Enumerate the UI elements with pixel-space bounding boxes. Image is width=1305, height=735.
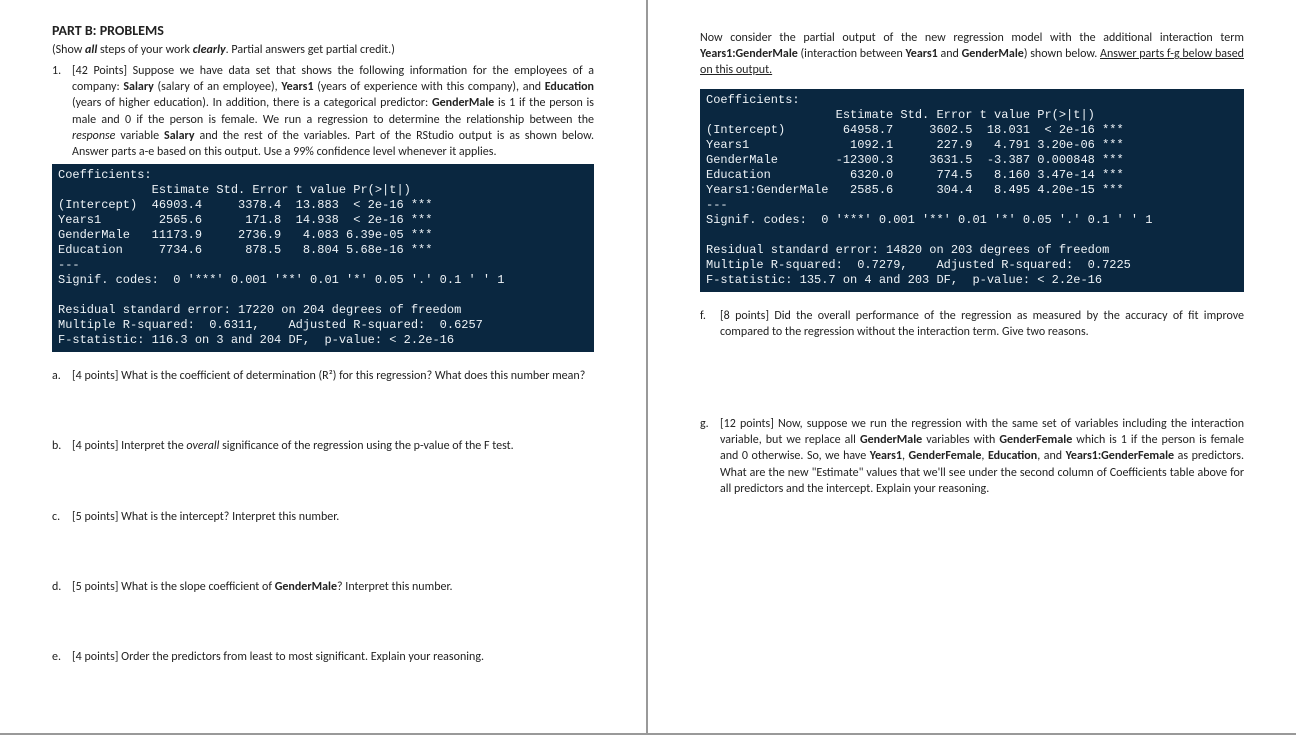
intro-text: Now consider the partial output of the n… (700, 31, 1244, 45)
sub-letter: e. (52, 649, 72, 665)
instruction-clearly: clearly (193, 43, 226, 57)
instruction-text: steps of your work (97, 43, 192, 57)
sub-letter: a. (52, 368, 72, 384)
r-line: Signif. codes: 0 '***' 0.001 '**' 0.01 '… (58, 273, 504, 287)
question-1: 1. [42 Points] Suppose we have data set … (52, 63, 594, 160)
term-salary: Salary (123, 80, 153, 94)
sub-question-c: c. [5 points] What is the intercept? Int… (52, 509, 594, 525)
r-line: --- (706, 198, 728, 212)
sub-body: [8 points] Did the overall performance o… (720, 308, 1244, 340)
r-line: Residual standard error: 17220 on 204 de… (58, 303, 461, 317)
sub-question-e: e. [4 points] Order the predictors from … (52, 649, 594, 665)
b-overall: overall (186, 439, 219, 453)
sub-letter: f. (700, 308, 720, 340)
instruction-line: (Show all steps of your work clearly. Pa… (52, 43, 594, 57)
instruction-all: all (85, 43, 97, 57)
sub-letter: b. (52, 438, 72, 454)
g-text: , and (1037, 449, 1065, 463)
r-line: Signif. codes: 0 '***' 0.001 '**' 0.01 '… (706, 213, 1152, 227)
r-line: Coefficients: (58, 168, 152, 182)
g-text: variables with (922, 433, 999, 447)
r-line: F-statistic: 116.3 on 3 and 204 DF, p-va… (58, 333, 454, 347)
sub-question-d: d. [5 points] What is the slope coeffici… (52, 579, 594, 595)
r-line: F-statistic: 135.7 on 4 and 203 DF, p-va… (706, 273, 1102, 287)
part-b-heading: PART B: PROBLEMS (52, 22, 594, 39)
term-education: Education (545, 80, 594, 94)
term-education: Education (988, 449, 1037, 463)
b-text: significance of the regression using the… (219, 439, 513, 453)
term-genderfemale: GenderFemale (909, 449, 982, 463)
intro-paragraph: Now consider the partial output of the n… (700, 30, 1244, 79)
r-line: Years1 1092.1 227.9 4.791 3.20e-06 *** (706, 138, 1124, 152)
sub-letter: c. (52, 509, 72, 525)
r-line: --- (58, 258, 80, 272)
sub-question-a: a. [4 points] What is the coefficient of… (52, 368, 594, 384)
term-years1: Years1 (870, 449, 902, 463)
d-text: ? Interpret this number. (337, 580, 452, 594)
r-line: (Intercept) 64958.7 3602.5 18.031 < 2e-1… (706, 123, 1124, 137)
left-column: PART B: PROBLEMS (Show all steps of your… (0, 0, 648, 735)
intro-text: (interaction between (798, 47, 906, 61)
sub-body: [4 points] Interpret the overall signifi… (72, 438, 594, 454)
r-line: Years1:GenderMale 2585.6 304.4 8.495 4.2… (706, 183, 1124, 197)
r-output-block-2: Coefficients: Estimate Std. Error t valu… (700, 89, 1244, 292)
right-column: Now consider the partial output of the n… (648, 0, 1296, 735)
intro-text: and (938, 47, 962, 61)
q1-text: (years of higher education). In addition… (72, 96, 432, 110)
r-line: GenderMale -12300.3 3631.5 -3.387 0.0008… (706, 153, 1124, 167)
r-line: Estimate Std. Error t value Pr(>|t|) (706, 108, 1124, 122)
term-salary: Salary (164, 129, 194, 143)
r-line: Multiple R-squared: 0.7279, Adjusted R-s… (706, 258, 1131, 272)
term-gendermale: GenderMale (962, 47, 1024, 61)
d-text: [5 points] What is the slope coefficient… (72, 580, 275, 594)
r-output-block-1: Coefficients: Estimate Std. Error t valu… (52, 164, 594, 352)
r-line: GenderMale 11173.9 2736.9 4.083 6.39e-05… (58, 228, 432, 242)
sub-body: [4 points] What is the coefficient of de… (72, 368, 594, 384)
term-gendermale: GenderMale (860, 433, 922, 447)
d-gendermale: GenderMale (275, 580, 337, 594)
term-years1: Years1 (906, 47, 938, 61)
r-line: Estimate Std. Error t value Pr(>|t|) (58, 183, 440, 197)
r-line: Residual standard error: 14820 on 203 de… (706, 243, 1109, 257)
sub-body: [4 points] Order the predictors from lea… (72, 649, 594, 665)
q1-text: (years of experience with this company),… (314, 80, 545, 94)
sub-letter: g. (700, 416, 720, 497)
sub-body: [5 points] What is the slope coefficient… (72, 579, 594, 595)
question-number: 1. (52, 63, 72, 160)
sub-question-g: g. [12 points] Now, suppose we run the r… (700, 416, 1244, 497)
r-line: Multiple R-squared: 0.6311, Adjusted R-s… (58, 318, 483, 332)
term-genderfemale: GenderFemale (999, 433, 1072, 447)
term-interaction: Years1:GenderMale (700, 47, 798, 61)
term-years1: Years1 (281, 80, 313, 94)
sub-body: [12 points] Now, suppose we run the regr… (720, 416, 1244, 497)
r-line: Education 6320.0 774.5 8.160 3.47e-14 **… (706, 168, 1124, 182)
sub-question-f: f. [8 points] Did the overall performanc… (700, 308, 1244, 340)
term-interaction: Years1:GenderFemale (1066, 449, 1174, 463)
sub-letter: d. (52, 579, 72, 595)
q1-text: (salary of an employee), (154, 80, 281, 94)
term-response: response (72, 129, 115, 143)
q1-text: variable (115, 129, 164, 143)
sub-question-b: b. [4 points] Interpret the overall sign… (52, 438, 594, 454)
instruction-text: . Partial answers get partial credit.) (226, 43, 395, 57)
document-page: PART B: PROBLEMS (Show all steps of your… (0, 0, 1305, 735)
instruction-text: (Show (52, 43, 85, 57)
intro-text: ) shown below. (1024, 47, 1100, 61)
r-line: Education 7734.6 878.5 8.804 5.68e-16 **… (58, 243, 432, 257)
r-line: Years1 2565.6 171.8 14.938 < 2e-16 *** (58, 213, 432, 227)
term-gendermale: GenderMale (432, 96, 494, 110)
r-line: Coefficients: (706, 93, 800, 107)
r-line: (Intercept) 46903.4 3378.4 13.883 < 2e-1… (58, 198, 432, 212)
b-text: [4 points] Interpret the (72, 439, 186, 453)
question-body: [42 Points] Suppose we have data set tha… (72, 63, 594, 160)
sub-body: [5 points] What is the intercept? Interp… (72, 509, 594, 525)
